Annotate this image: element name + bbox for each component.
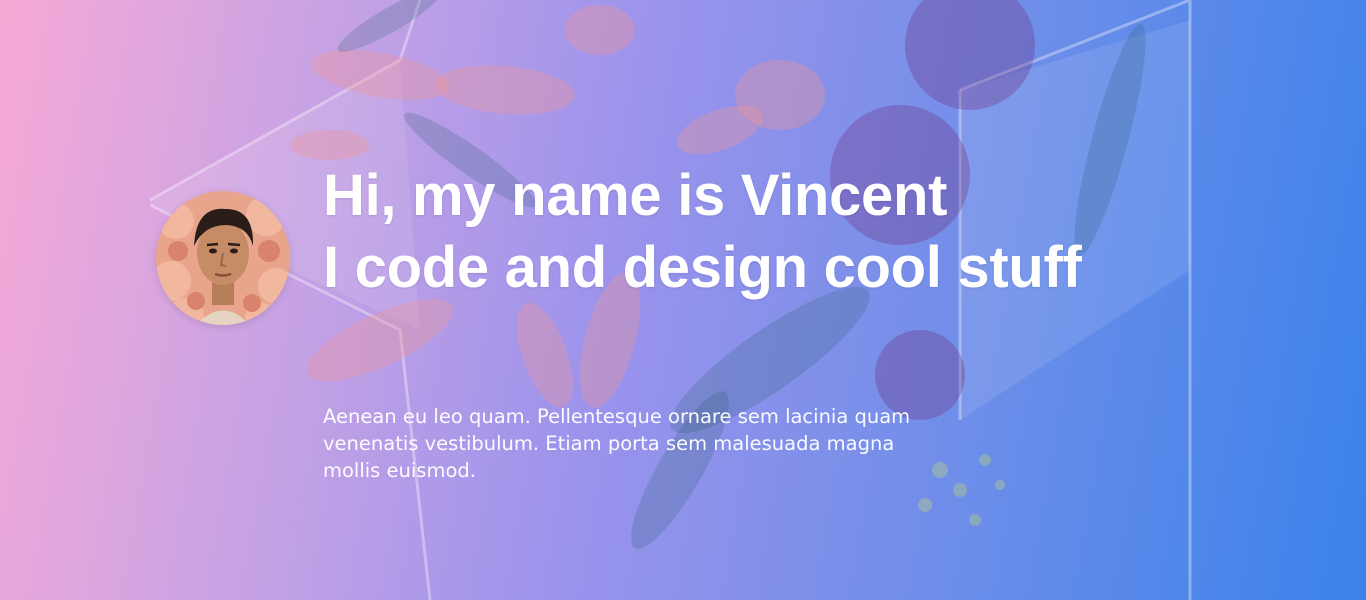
intro-text: Aenean eu leo quam. Pellentesque ornare … (323, 405, 911, 482)
profile-photo-icon (156, 191, 290, 325)
headline-line-1: Hi, my name is Vincent (323, 163, 948, 228)
headline-line-2: I code and design cool stuff (323, 235, 1082, 300)
avatar (156, 191, 290, 325)
headline: Hi, my name is Vincent I code and design… (323, 160, 1223, 304)
hero-section: Hi, my name is Vincent I code and design… (0, 0, 1366, 600)
